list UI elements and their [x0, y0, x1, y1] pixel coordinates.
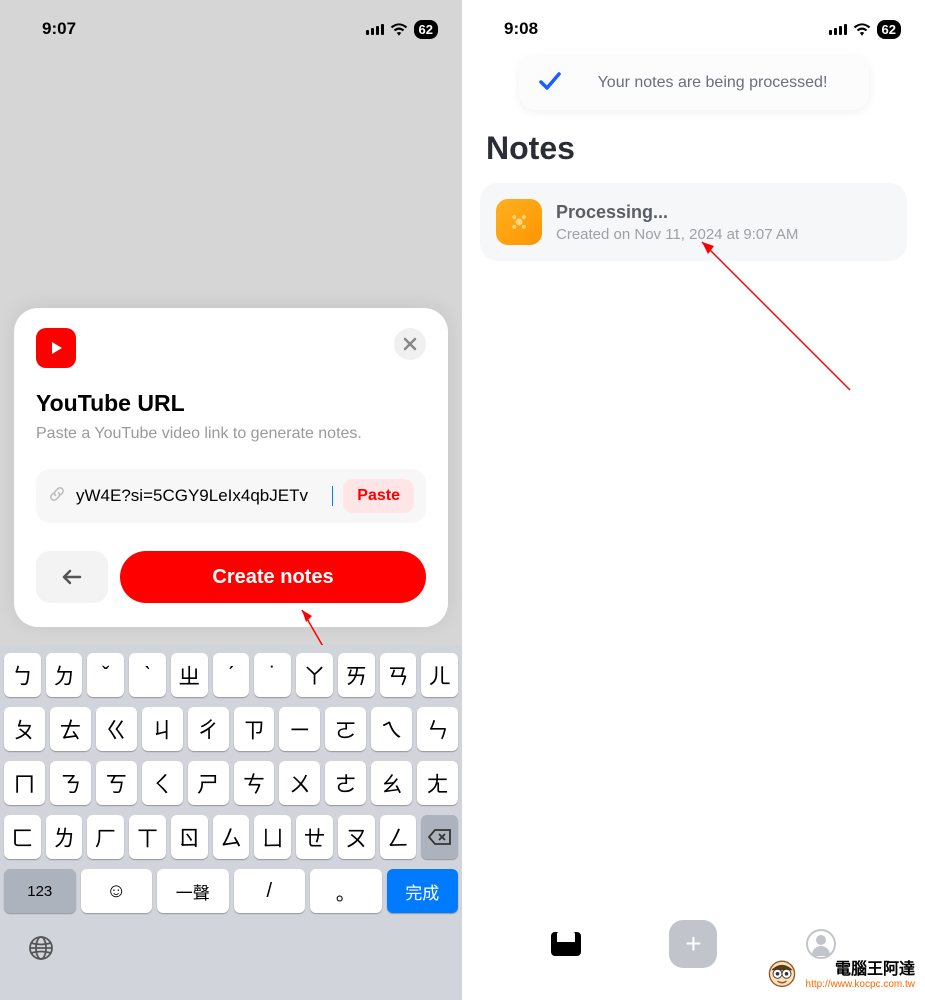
url-input[interactable]: yW4E?si=5CGY9LeIx4qbJETv — [76, 486, 333, 506]
nav-add[interactable]: + — [669, 920, 717, 968]
keyboard-key[interactable]: ㄝ — [296, 815, 333, 859]
keyboard-key[interactable]: ㄨ — [279, 761, 320, 805]
note-processing-icon — [496, 199, 542, 245]
watermark-title: 電腦王阿達 — [806, 955, 915, 979]
keyboard-key[interactable]: ㄜ — [325, 761, 366, 805]
youtube-icon — [36, 328, 76, 368]
keyboard-key[interactable]: ㄍ — [96, 707, 137, 751]
arrow-left-icon — [62, 569, 82, 585]
keyboard-key[interactable]: ˙ — [254, 653, 291, 697]
processing-toast: Your notes are being processed! — [519, 56, 869, 110]
youtube-url-sheet: YouTube URL Paste a YouTube video link t… — [14, 308, 448, 627]
back-button[interactable] — [36, 551, 108, 603]
create-notes-button[interactable]: Create notes — [120, 551, 426, 603]
keyboard-key[interactable]: ㄌ — [46, 815, 83, 859]
keyboard-key[interactable]: ㄘ — [234, 761, 275, 805]
url-input-row[interactable]: yW4E?si=5CGY9LeIx4qbJETv Paste — [36, 469, 426, 523]
keyboard-key[interactable]: ㄔ — [188, 707, 229, 751]
keyboard-key[interactable]: ㄟ — [371, 707, 412, 751]
battery-icon: 62 — [414, 20, 438, 39]
paste-button[interactable]: Paste — [343, 479, 414, 513]
keyboard-key[interactable]: ㄢ — [380, 653, 417, 697]
status-time: 9:08 — [504, 19, 538, 39]
keyboard-key[interactable]: ㄉ — [46, 653, 83, 697]
signal-icon — [829, 24, 847, 35]
keyboard-key[interactable]: ㄩ — [254, 815, 291, 859]
keyboard-key[interactable]: ㄋ — [50, 761, 91, 805]
keyboard-key[interactable]: ㄡ — [338, 815, 375, 859]
status-time: 9:07 — [42, 19, 76, 39]
keyboard-key[interactable]: ㄥ — [380, 815, 417, 859]
page-title: Notes — [462, 110, 925, 183]
keyboard-key[interactable]: ㄙ — [213, 815, 250, 859]
keyboard-backspace-key[interactable] — [421, 815, 458, 859]
status-icons: 62 — [829, 20, 901, 39]
keyboard-key[interactable]: ㄚ — [296, 653, 333, 697]
status-bar: 9:08 62 — [462, 0, 925, 50]
watermark: 電腦王阿達 http://www.kocpc.com.tw — [764, 954, 915, 990]
check-icon — [539, 70, 561, 96]
keyboard-key[interactable]: ㄎ — [96, 761, 137, 805]
keyboard-done-key[interactable]: 完成 — [387, 869, 459, 913]
keyboard-key[interactable]: ˇ — [87, 653, 124, 697]
keyboard-key[interactable]: ㄒ — [129, 815, 166, 859]
keyboard-key[interactable]: ㄣ — [417, 707, 458, 751]
keyboard-globe-key[interactable] — [28, 935, 54, 968]
keyboard-key[interactable]: ㄧ — [279, 707, 320, 751]
keyboard-key[interactable]: ㄦ — [421, 653, 458, 697]
keyboard-key[interactable]: ㄤ — [417, 761, 458, 805]
keyboard: ㄅㄉˇˋㄓˊ˙ㄚㄞㄢㄦ ㄆㄊㄍㄐㄔㄗㄧㄛㄟㄣ ㄇㄋㄎㄑㄕㄘㄨㄜㄠㄤ ㄈㄌㄏㄒㄖㄙ… — [0, 645, 462, 1000]
status-bar: 9:07 62 — [0, 0, 462, 50]
wifi-icon — [390, 22, 408, 36]
keyboard-key[interactable]: ㄐ — [142, 707, 183, 751]
keyboard-key[interactable]: ㄠ — [371, 761, 412, 805]
keyboard-key[interactable]: ㄑ — [142, 761, 183, 805]
sheet-title: YouTube URL — [36, 390, 426, 417]
keyboard-key[interactable]: ㄈ — [4, 815, 41, 859]
battery-icon: 62 — [877, 20, 901, 39]
inbox-icon — [551, 932, 581, 956]
keyboard-key[interactable]: ˋ — [129, 653, 166, 697]
signal-icon — [366, 24, 384, 35]
keyboard-key[interactable]: ˊ — [213, 653, 250, 697]
nav-inbox[interactable] — [542, 920, 590, 968]
sheet-subtitle: Paste a YouTube video link to generate n… — [36, 423, 426, 445]
phone-screen-right: 9:08 62 Your notes are being processed! … — [462, 0, 925, 1000]
plus-icon: + — [669, 920, 717, 968]
toast-text: Your notes are being processed! — [577, 73, 849, 94]
keyboard-key[interactable]: ㄓ — [171, 653, 208, 697]
keyboard-key[interactable]: ㄗ — [234, 707, 275, 751]
watermark-mascot-icon — [764, 954, 800, 990]
keyboard-key[interactable]: ㄖ — [171, 815, 208, 859]
keyboard-key[interactable]: ㄊ — [50, 707, 91, 751]
keyboard-key[interactable]: ㄇ — [4, 761, 45, 805]
keyboard-slash-key[interactable]: / — [234, 869, 306, 913]
keyboard-key[interactable]: ㄕ — [188, 761, 229, 805]
keyboard-key[interactable]: ㄅ — [4, 653, 41, 697]
wifi-icon — [853, 22, 871, 36]
note-card[interactable]: Processing... Created on Nov 11, 2024 at… — [480, 183, 907, 261]
keyboard-tone-key[interactable]: 一聲 — [157, 869, 229, 913]
keyboard-period-key[interactable]: 。 — [310, 869, 382, 913]
link-icon — [48, 485, 66, 508]
keyboard-key[interactable]: ㄞ — [338, 653, 375, 697]
watermark-url: http://www.kocpc.com.tw — [806, 979, 915, 990]
keyboard-key[interactable]: ㄆ — [4, 707, 45, 751]
status-icons: 62 — [366, 20, 438, 39]
close-icon — [403, 337, 417, 351]
keyboard-key[interactable]: ㄏ — [87, 815, 124, 859]
keyboard-123-key[interactable]: 123 — [4, 869, 76, 913]
note-title: Processing... — [556, 202, 891, 223]
phone-screen-left: 9:07 62 YouTube URL Paste a YouTube vide… — [0, 0, 462, 1000]
keyboard-emoji-key[interactable]: ☺ — [81, 869, 153, 913]
keyboard-key[interactable]: ㄛ — [325, 707, 366, 751]
close-button[interactable] — [394, 328, 426, 360]
note-subtitle: Created on Nov 11, 2024 at 9:07 AM — [556, 226, 891, 243]
